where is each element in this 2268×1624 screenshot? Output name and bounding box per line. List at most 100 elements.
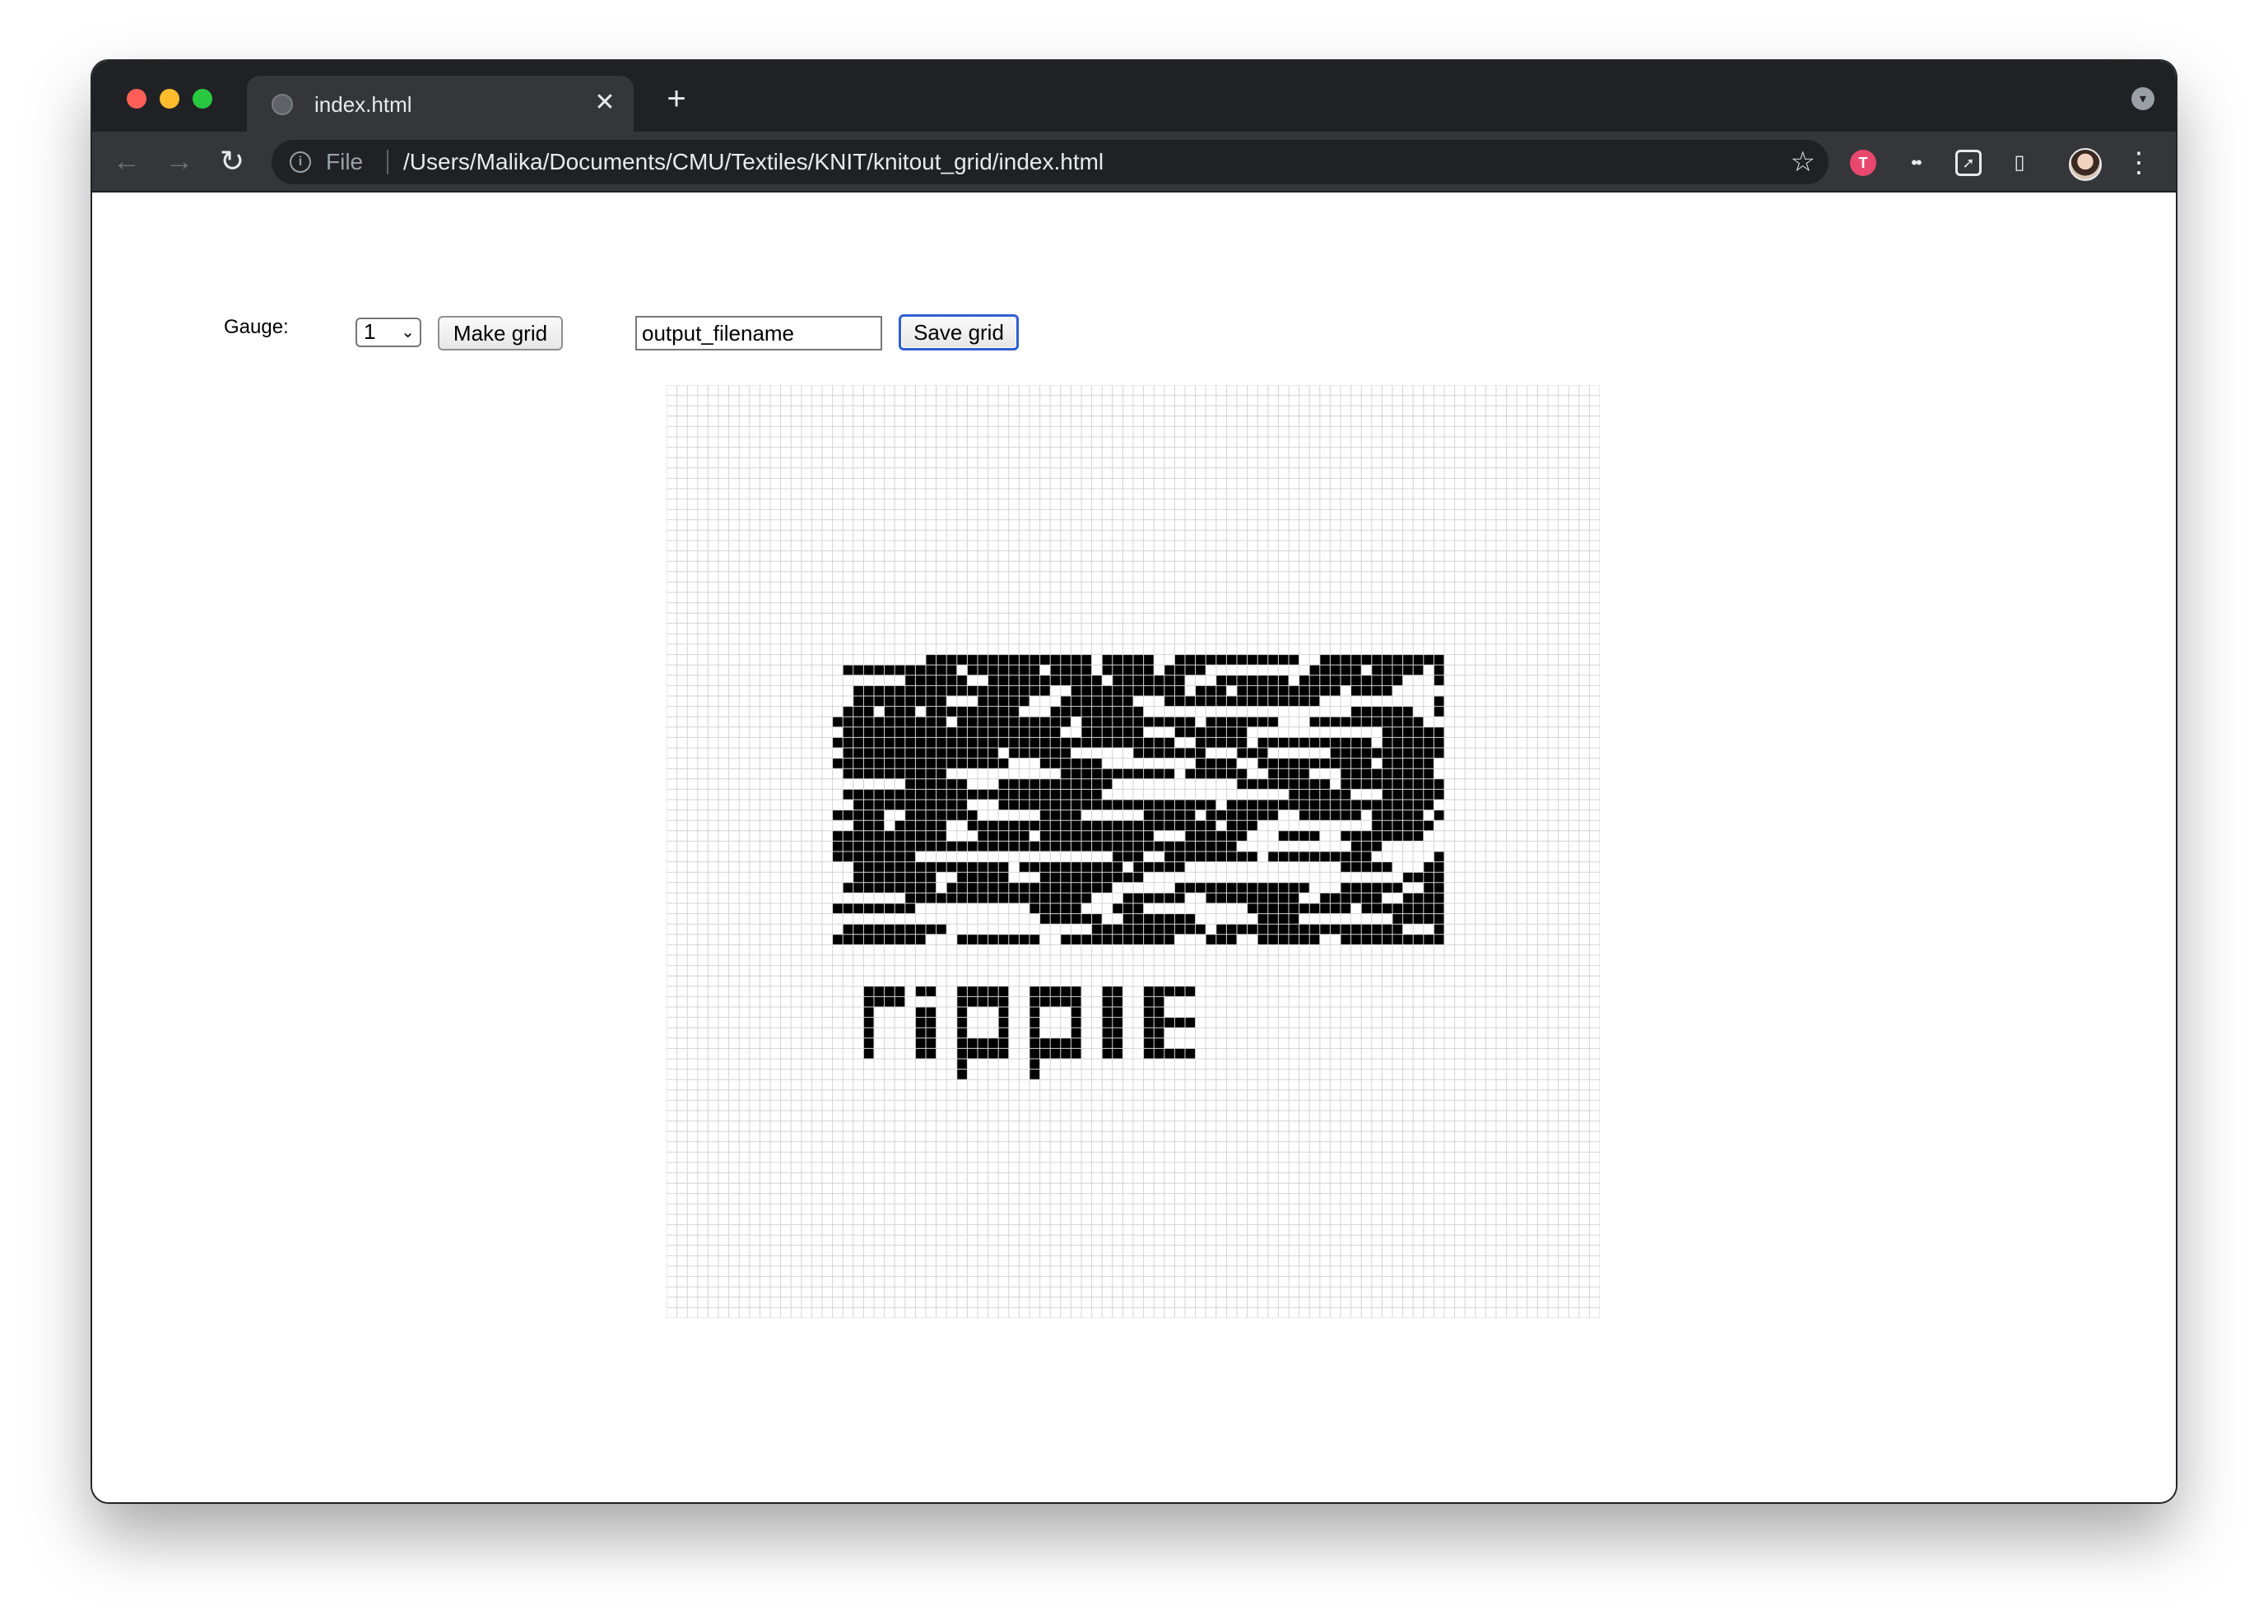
grid-cell-filled[interactable] bbox=[1350, 748, 1362, 759]
grid-cell-filled[interactable] bbox=[874, 748, 885, 759]
grid-cell-filled[interactable] bbox=[1071, 665, 1081, 675]
grid-cell-filled[interactable] bbox=[1174, 696, 1185, 707]
grid-cell-filled[interactable] bbox=[1278, 758, 1289, 769]
grid-cell-filled[interactable] bbox=[915, 872, 926, 883]
grid-cell-filled[interactable] bbox=[1029, 778, 1040, 790]
grid-cell-filled[interactable] bbox=[1071, 654, 1081, 666]
grid-cell-filled[interactable] bbox=[1330, 748, 1341, 759]
grid-cell-filled[interactable] bbox=[1164, 810, 1175, 821]
grid-cell-filled[interactable] bbox=[926, 717, 936, 727]
grid-cell-filled[interactable] bbox=[926, 810, 936, 821]
grid-cell-filled[interactable] bbox=[1309, 800, 1320, 810]
grid-cell-filled[interactable] bbox=[1029, 789, 1040, 800]
grid-cell-filled[interactable] bbox=[1154, 913, 1164, 925]
grid-cell-filled[interactable] bbox=[1278, 737, 1289, 748]
grid-cell-filled[interactable] bbox=[1257, 893, 1268, 903]
grid-cell-filled[interactable] bbox=[904, 924, 916, 935]
grid-cell-filled[interactable] bbox=[946, 800, 957, 810]
filename-input[interactable]: output_filename bbox=[635, 316, 882, 350]
grid-cell-filled[interactable] bbox=[936, 726, 947, 738]
grid-cell-filled[interactable] bbox=[1039, 1048, 1051, 1059]
grid-cell-filled[interactable] bbox=[915, 1007, 926, 1018]
grid-cell-filled[interactable] bbox=[1434, 903, 1444, 914]
grid-cell-filled[interactable] bbox=[988, 841, 999, 851]
grid-cell-filled[interactable] bbox=[1289, 924, 1299, 935]
grid-cell-filled[interactable] bbox=[1278, 778, 1289, 790]
grid-cell-filled[interactable] bbox=[998, 872, 1009, 883]
grid-cell-filled[interactable] bbox=[874, 717, 885, 727]
grid-cell-filled[interactable] bbox=[936, 841, 947, 851]
grid-cell-filled[interactable] bbox=[1289, 934, 1299, 945]
grid-cell-filled[interactable] bbox=[1185, 986, 1196, 997]
grid-cell-filled[interactable] bbox=[1361, 841, 1372, 851]
grid-cell-filled[interactable] bbox=[1341, 654, 1351, 666]
grid-cell-filled[interactable] bbox=[1195, 748, 1206, 759]
grid-cell-filled[interactable] bbox=[1019, 675, 1029, 686]
grid-cell-filled[interactable] bbox=[1267, 654, 1279, 666]
grid-cell-filled[interactable] bbox=[843, 737, 853, 748]
grid-cell-filled[interactable] bbox=[1278, 696, 1289, 707]
grid-cell-filled[interactable] bbox=[884, 882, 895, 893]
grid-cell-filled[interactable] bbox=[956, 996, 968, 1007]
grid-cell-filled[interactable] bbox=[967, 934, 978, 945]
grid-cell-filled[interactable] bbox=[998, 1048, 1009, 1059]
grid-cell-filled[interactable] bbox=[946, 706, 957, 717]
grid-cell-filled[interactable] bbox=[1350, 654, 1362, 666]
grid-cell-filled[interactable] bbox=[863, 810, 874, 821]
grid-cell-filled[interactable] bbox=[1081, 913, 1092, 925]
grid-cell-filled[interactable] bbox=[1299, 737, 1310, 748]
grid-cell-filled[interactable] bbox=[904, 696, 916, 707]
grid-cell-filled[interactable] bbox=[967, 737, 978, 748]
grid-cell-filled[interactable] bbox=[1319, 800, 1331, 810]
grid-cell-filled[interactable] bbox=[853, 851, 864, 862]
grid-cell-filled[interactable] bbox=[1102, 706, 1113, 717]
grid-cell-filled[interactable] bbox=[1133, 841, 1144, 851]
grid-cell-filled[interactable] bbox=[1091, 778, 1103, 790]
minimize-window-button[interactable] bbox=[160, 89, 179, 109]
grid-cell-filled[interactable] bbox=[1382, 675, 1392, 686]
grid-cell-filled[interactable] bbox=[1195, 737, 1206, 748]
grid-cell-filled[interactable] bbox=[956, 800, 968, 810]
grid-cell-filled[interactable] bbox=[1361, 934, 1372, 945]
grid-cell-filled[interactable] bbox=[998, 758, 1009, 769]
grid-cell-filled[interactable] bbox=[1122, 830, 1133, 842]
grid-cell-filled[interactable] bbox=[1382, 717, 1392, 727]
grid-cell-filled[interactable] bbox=[967, 706, 978, 717]
grid-cell-filled[interactable] bbox=[1060, 903, 1071, 914]
grid-cell-filled[interactable] bbox=[1133, 851, 1144, 862]
grid-cell-filled[interactable] bbox=[843, 882, 853, 893]
grid-cell-filled[interactable] bbox=[1154, 1007, 1164, 1018]
grid-cell-filled[interactable] bbox=[967, 841, 978, 851]
grid-cell-filled[interactable] bbox=[1071, 934, 1081, 945]
grid-cell-filled[interactable] bbox=[1350, 737, 1362, 748]
grid-cell-filled[interactable] bbox=[1102, 861, 1113, 873]
grid-cell-filled[interactable] bbox=[1206, 830, 1216, 842]
grid-cell-filled[interactable] bbox=[1434, 778, 1444, 790]
grid-cell-filled[interactable] bbox=[956, 1059, 968, 1070]
grid-cell-filled[interactable] bbox=[988, 675, 999, 686]
grid-cell-filled[interactable] bbox=[988, 665, 999, 675]
grid-cell-filled[interactable] bbox=[863, 665, 874, 675]
grid-cell-filled[interactable] bbox=[1350, 851, 1362, 862]
grid-cell-filled[interactable] bbox=[1278, 882, 1289, 893]
grid-cell-filled[interactable] bbox=[874, 800, 885, 810]
grid-cell-filled[interactable] bbox=[884, 726, 895, 738]
grid-cell-filled[interactable] bbox=[1226, 737, 1237, 748]
grid-cell-filled[interactable] bbox=[843, 903, 853, 914]
grid-cell-filled[interactable] bbox=[978, 1048, 988, 1059]
grid-cell-filled[interactable] bbox=[1029, 665, 1040, 675]
grid-cell-filled[interactable] bbox=[936, 758, 947, 769]
grid-cell-filled[interactable] bbox=[904, 851, 916, 862]
grid-cell-filled[interactable] bbox=[946, 675, 957, 686]
grid-cell-filled[interactable] bbox=[1174, 685, 1185, 696]
grid-cell-filled[interactable] bbox=[1206, 726, 1216, 738]
grid-cell-filled[interactable] bbox=[904, 903, 916, 914]
grid-cell-filled[interactable] bbox=[998, 830, 1009, 842]
grid-cell-filled[interactable] bbox=[1060, 675, 1071, 686]
grid-cell-filled[interactable] bbox=[1341, 737, 1351, 748]
grid-cell-filled[interactable] bbox=[1392, 882, 1403, 893]
grid-cell-filled[interactable] bbox=[1247, 924, 1258, 935]
grid-cell-filled[interactable] bbox=[946, 748, 957, 759]
grid-cell-filled[interactable] bbox=[1039, 810, 1051, 821]
grid-cell-filled[interactable] bbox=[1185, 820, 1196, 831]
